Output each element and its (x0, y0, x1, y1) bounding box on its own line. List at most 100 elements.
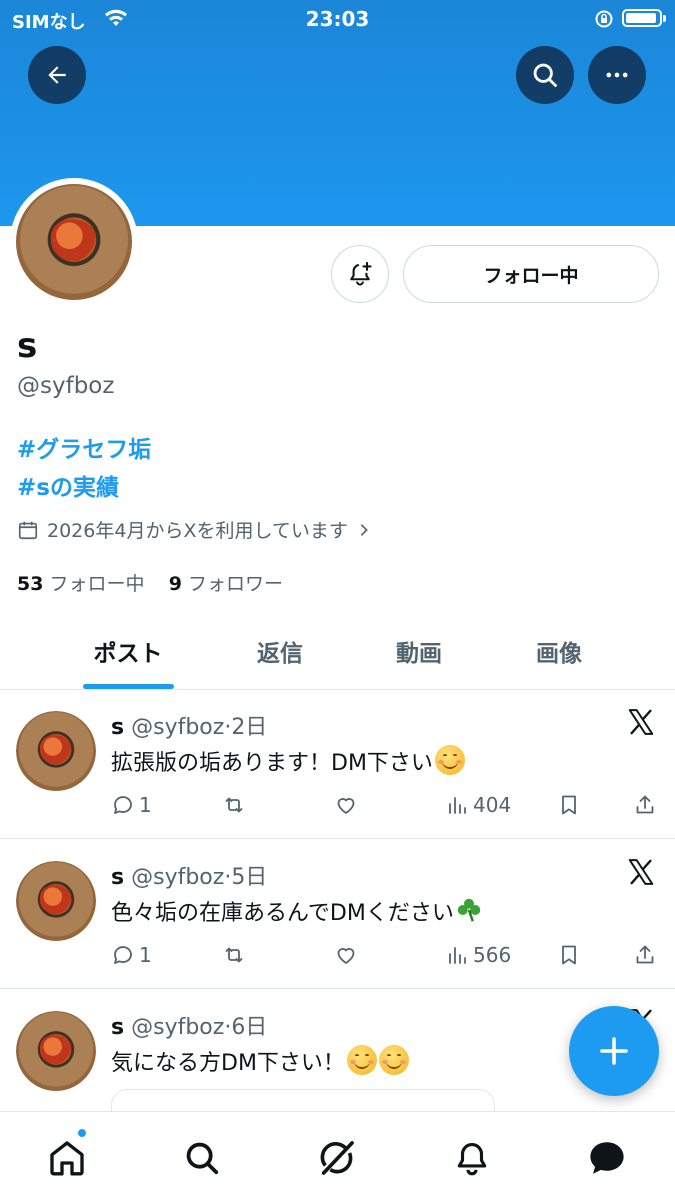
like-button[interactable] (333, 793, 359, 817)
views-button[interactable]: 566 (445, 943, 511, 967)
avatar[interactable] (16, 1011, 96, 1091)
avatar[interactable] (16, 861, 96, 941)
bookmark-icon (562, 945, 576, 965)
post-author-name[interactable]: s (111, 715, 124, 740)
search-button[interactable] (516, 46, 574, 104)
post-header: s @syfboz·6日 (111, 1015, 268, 1040)
followers-link[interactable]: 9 フォロワー (169, 573, 283, 595)
bookmark-button[interactable] (557, 943, 581, 967)
following-count: 53 (17, 573, 44, 595)
reply-button[interactable]: 1 (111, 793, 152, 817)
joined-date[interactable]: 2026年4月からXを利用しています (17, 516, 372, 543)
profile-avatar[interactable] (10, 178, 138, 306)
x-logo-icon (625, 707, 657, 741)
battery-icon (622, 9, 666, 27)
smile-emoji (346, 1045, 377, 1075)
post-age: 5日 (231, 865, 268, 890)
nav-messages[interactable] (585, 1136, 629, 1180)
like-icon (337, 798, 355, 814)
post-actions: 1 404 (111, 793, 659, 823)
post-item[interactable]: s @syfboz·5日 色々垢の在庫あるんでDMください 1 566 (0, 839, 675, 989)
post-author-name[interactable]: s (111, 1015, 124, 1040)
reply-button[interactable]: 1 (111, 943, 152, 967)
compose-plus-icon (600, 1037, 628, 1065)
search-nav-icon (186, 1142, 219, 1175)
reply-count: 1 (139, 943, 152, 967)
rotation-lock-icon (594, 9, 614, 33)
post-age: 6日 (231, 1015, 268, 1040)
share-button[interactable] (633, 793, 657, 817)
profile-handle: @syfboz (17, 373, 115, 399)
post-actions: 1 566 (111, 943, 659, 973)
share-button[interactable] (633, 943, 657, 967)
bell-plus-icon (350, 261, 372, 286)
more-icon (606, 72, 628, 78)
like-button[interactable] (333, 943, 359, 967)
repost-button[interactable] (221, 793, 247, 817)
followers-label: フォロワー (187, 573, 283, 595)
profile-tabs: ポスト 返信 動画 画像 (0, 612, 675, 690)
bookmark-button[interactable] (557, 793, 581, 817)
more-button[interactable] (588, 46, 646, 104)
back-button[interactable] (28, 46, 86, 104)
view-count: 404 (473, 793, 512, 817)
tab-replies[interactable]: 返信 (210, 634, 350, 668)
post-text: 気になる方DM下さい！ (111, 1045, 409, 1077)
post-author-handle: @syfboz (131, 715, 225, 740)
bottom-navigation (0, 1111, 675, 1200)
post-author-handle: @syfboz (131, 1015, 225, 1040)
follow-counts: 53 フォロー中 9 フォロワー (17, 569, 283, 596)
back-arrow-icon (48, 66, 66, 84)
post-header: s @syfboz·2日 (111, 715, 268, 740)
bookmark-icon (562, 795, 576, 815)
status-bar: SIMなし 23:03 (0, 0, 675, 36)
hashtag-link[interactable]: #グラセフ垢 (17, 430, 151, 464)
post-author-handle: @syfboz (131, 865, 225, 890)
following-label: フォロー中 (49, 573, 145, 595)
post-text: 拡張版の垢あります！DM下さい (111, 745, 465, 777)
clock: 23:03 (305, 7, 370, 31)
following-button[interactable]: フォロー中 (403, 245, 659, 303)
avatar[interactable] (16, 711, 96, 791)
repost-button[interactable] (221, 943, 247, 967)
hashtag-link[interactable]: #sの実績 (17, 468, 119, 502)
nav-search[interactable] (180, 1136, 224, 1180)
tab-videos[interactable]: 動画 (349, 634, 489, 668)
compose-button[interactable] (569, 1006, 659, 1096)
views-button[interactable]: 404 (445, 793, 511, 817)
grok-icon (320, 1141, 354, 1175)
x-logo-icon (625, 857, 657, 891)
reply-count: 1 (139, 793, 152, 817)
like-icon (337, 948, 355, 964)
reply-icon (114, 946, 132, 964)
home-notification-dot (77, 1128, 87, 1138)
post-item[interactable]: s @syfboz·2日 拡張版の垢あります！DM下さい 1 404 (0, 689, 675, 839)
nav-home[interactable] (45, 1136, 89, 1180)
smile-emoji (434, 745, 465, 775)
followers-count: 9 (168, 573, 182, 595)
view-count: 566 (473, 943, 512, 967)
following-link[interactable]: 53 フォロー中 (17, 573, 145, 595)
home-icon (50, 1141, 84, 1176)
retweet-icon (225, 947, 243, 963)
post-header: s @syfboz·5日 (111, 865, 268, 890)
nav-grok[interactable] (315, 1136, 359, 1180)
post-body: 拡張版の垢あります！DM下さい (111, 751, 433, 776)
chevron-right-icon (360, 523, 368, 536)
notifications-icon (457, 1142, 487, 1176)
messages-icon (590, 1142, 624, 1174)
search-icon (533, 63, 557, 87)
retweet-icon (225, 797, 243, 813)
post-body: 気になる方DM下さい！ (111, 1051, 345, 1076)
post-age: 2日 (231, 715, 268, 740)
nav-notifications[interactable] (450, 1136, 494, 1180)
clover-emoji (457, 898, 481, 922)
notify-button[interactable] (331, 245, 389, 303)
calendar-icon (18, 521, 38, 539)
tab-images[interactable]: 画像 (489, 634, 629, 668)
post-text: 色々垢の在庫あるんでDMください (111, 895, 484, 927)
profile-name: s (17, 326, 38, 366)
post-author-name[interactable]: s (111, 865, 124, 890)
tab-posts[interactable]: ポスト (58, 634, 198, 668)
views-icon (449, 797, 466, 814)
